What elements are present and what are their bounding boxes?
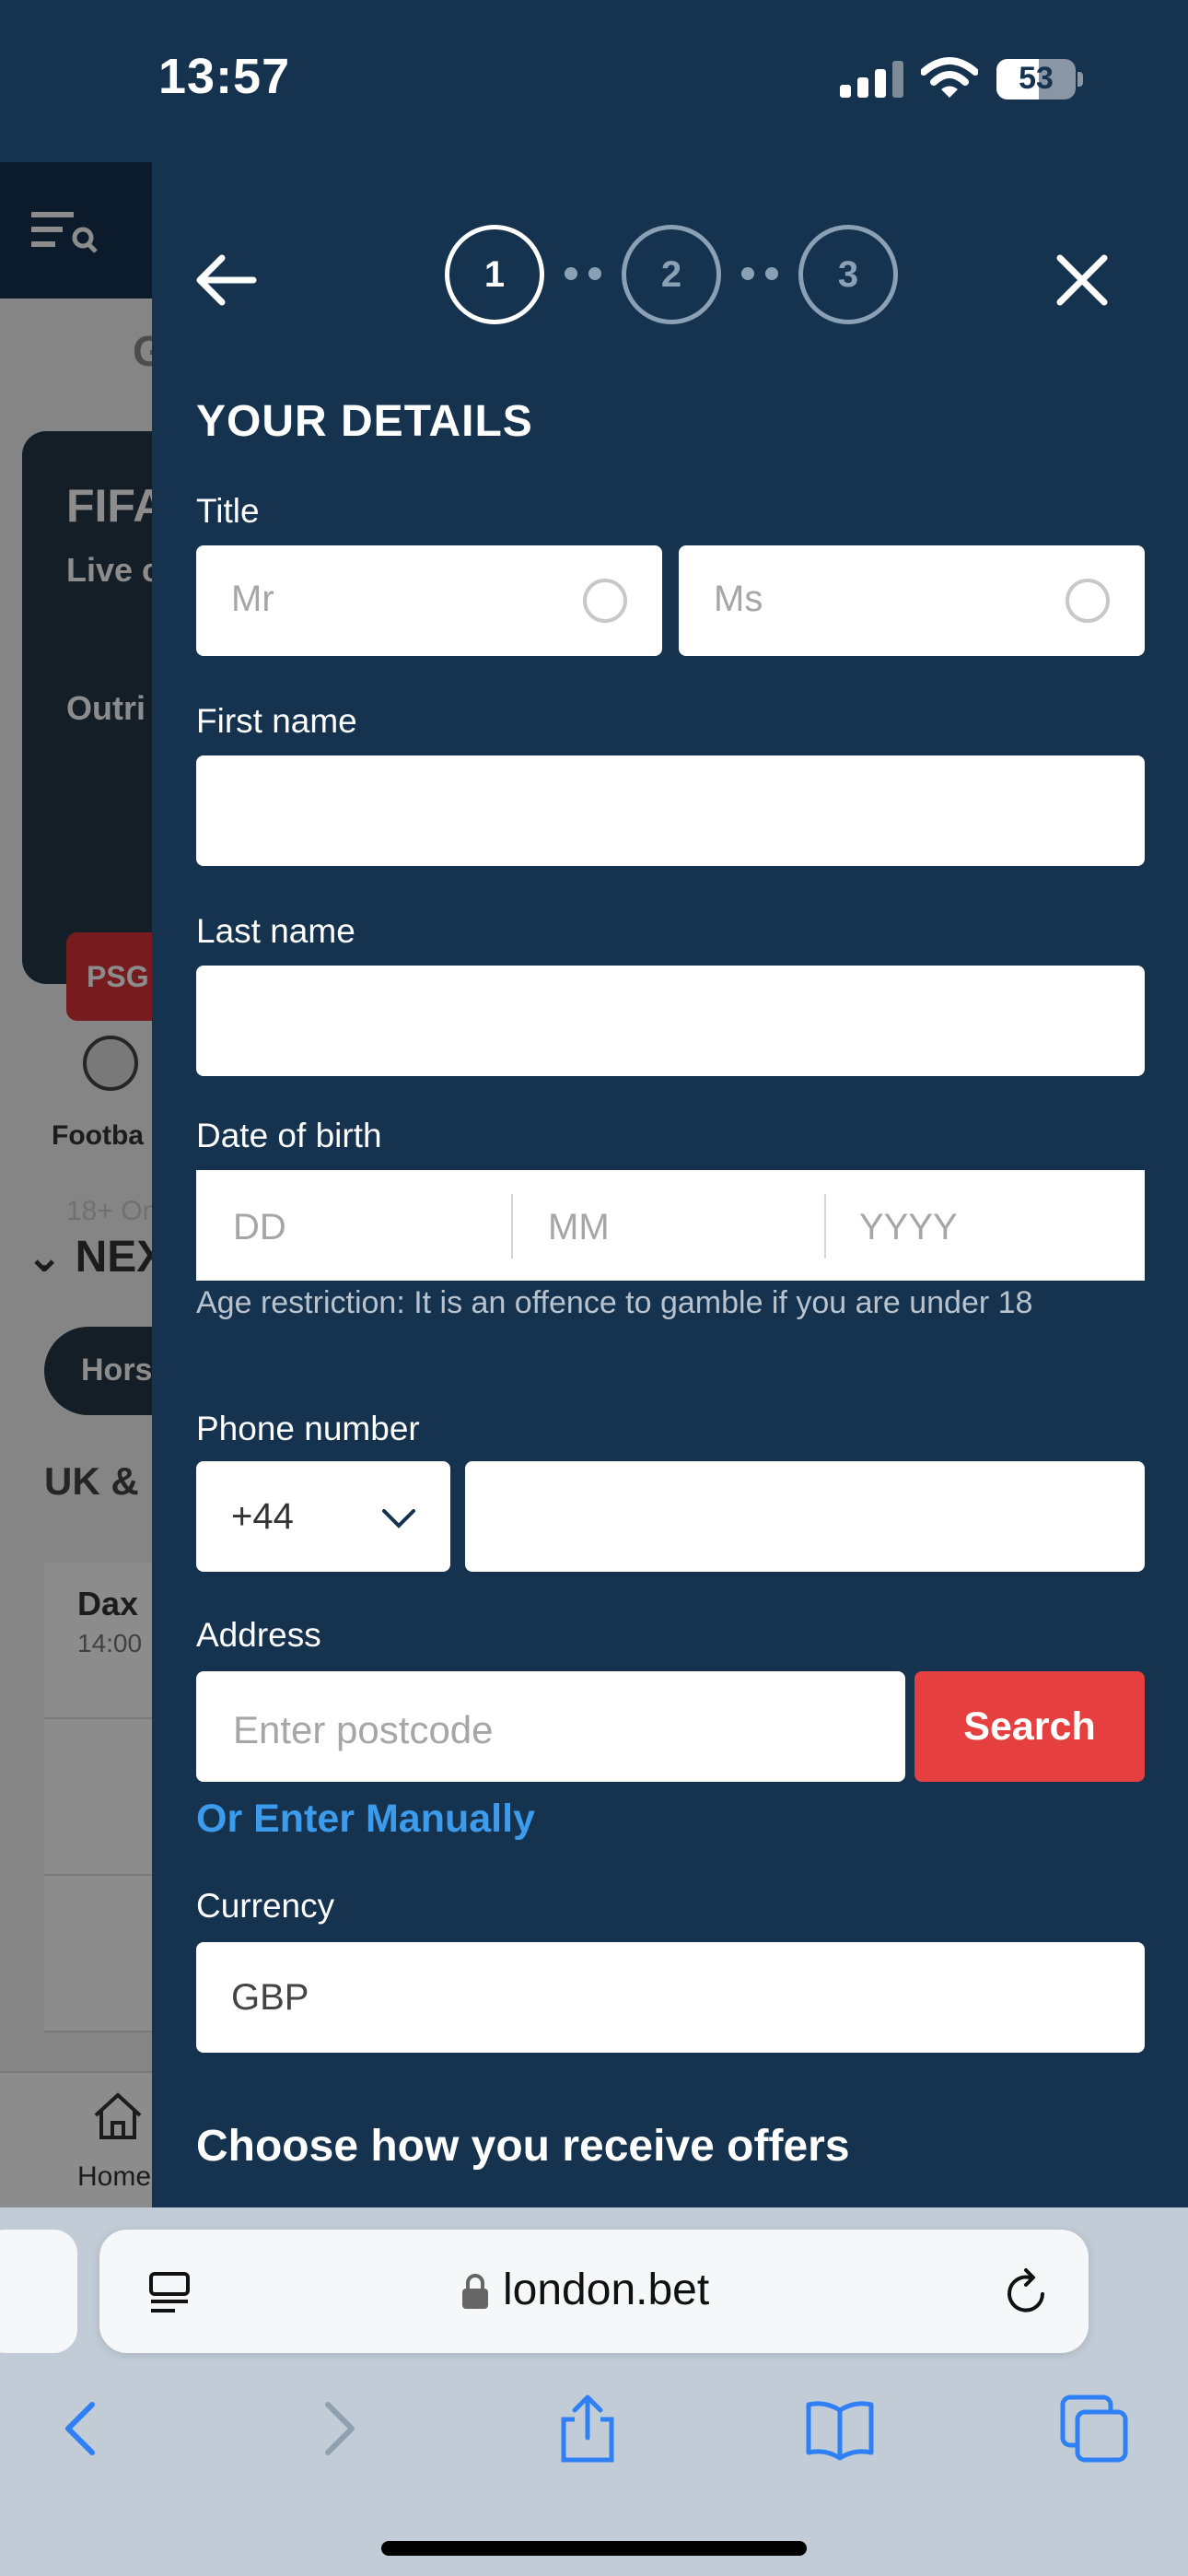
battery-level: 53 <box>1019 61 1054 96</box>
dob-divider <box>824 1194 826 1259</box>
home-indicator <box>381 2541 807 2556</box>
browser-toolbar: london.bet <box>0 2207 1188 2576</box>
phone-label: Phone number <box>196 1410 420 1447</box>
close-icon[interactable] <box>1045 243 1119 317</box>
currency-value: GBP <box>231 1977 309 2018</box>
browser-forward-icon[interactable] <box>302 2392 376 2465</box>
section-title: YOUR DETAILS <box>196 397 533 446</box>
step-connector <box>565 267 609 282</box>
lock-icon <box>462 2274 488 2309</box>
age-restriction-note: Age restriction: It is an offence to gam… <box>196 1285 1033 1320</box>
last-name-label: Last name <box>196 912 355 950</box>
postcode-input[interactable]: Enter postcode <box>196 1671 905 1782</box>
country-code-select[interactable]: +44 <box>196 1461 450 1572</box>
title-option-ms-label: Ms <box>714 579 763 619</box>
cellular-signal-icon <box>840 61 903 98</box>
first-name-field[interactable] <box>196 755 1145 866</box>
address-bar[interactable]: london.bet <box>99 2230 1089 2353</box>
share-icon[interactable] <box>551 2392 624 2465</box>
url-text: london.bet <box>503 2266 710 2314</box>
country-code-value: +44 <box>231 1496 294 1537</box>
reload-icon[interactable] <box>1002 2266 1052 2318</box>
status-bar: 13:57 53 <box>0 0 1188 162</box>
previous-tab-preview[interactable] <box>0 2230 77 2353</box>
tabs-icon[interactable] <box>1057 2392 1131 2465</box>
radio-mr[interactable] <box>583 579 627 623</box>
first-name-label: First name <box>196 702 357 740</box>
currency-label: Currency <box>196 1887 335 1925</box>
title-option-ms[interactable]: Ms <box>679 545 1145 656</box>
dob-day-input[interactable]: DD <box>233 1207 286 1248</box>
dob-divider <box>511 1194 513 1259</box>
title-label: Title <box>196 492 260 530</box>
step-indicator-3: 3 <box>798 225 898 324</box>
dob-field: DD MM YYYY <box>196 1170 1145 1281</box>
enter-address-manually-link[interactable]: Or Enter Manually <box>196 1797 535 1842</box>
title-option-mr[interactable]: Mr <box>196 545 662 656</box>
last-name-field[interactable] <box>196 966 1145 1076</box>
page-menu-icon[interactable] <box>147 2270 193 2316</box>
status-time: 13:57 <box>158 49 291 104</box>
postcode-placeholder: Enter postcode <box>233 1708 494 1751</box>
postcode-search-button[interactable]: Search <box>914 1671 1145 1782</box>
step-connector <box>741 267 786 282</box>
dob-month-input[interactable]: MM <box>548 1207 610 1248</box>
wifi-icon <box>921 57 978 98</box>
dob-label: Date of birth <box>196 1117 382 1154</box>
registration-drawer: 1 2 3 YOUR DETAILS Title Mr Ms First nam… <box>152 162 1188 2207</box>
step-indicator-2: 2 <box>622 225 721 324</box>
currency-field[interactable]: GBP <box>196 1942 1145 2053</box>
bookmarks-icon[interactable] <box>803 2392 877 2465</box>
radio-ms[interactable] <box>1066 579 1110 623</box>
back-arrow-icon[interactable] <box>189 243 262 317</box>
chevron-down-icon <box>382 1509 415 1528</box>
title-option-mr-label: Mr <box>231 579 274 619</box>
browser-back-icon[interactable] <box>44 2392 118 2465</box>
address-label: Address <box>196 1616 321 1654</box>
battery-icon: 53 <box>996 59 1083 100</box>
dob-year-input[interactable]: YYYY <box>859 1207 958 1248</box>
offers-heading: Choose how you receive offers <box>196 2122 850 2171</box>
phone-number-field[interactable] <box>465 1461 1145 1572</box>
step-indicator-1: 1 <box>445 225 544 324</box>
